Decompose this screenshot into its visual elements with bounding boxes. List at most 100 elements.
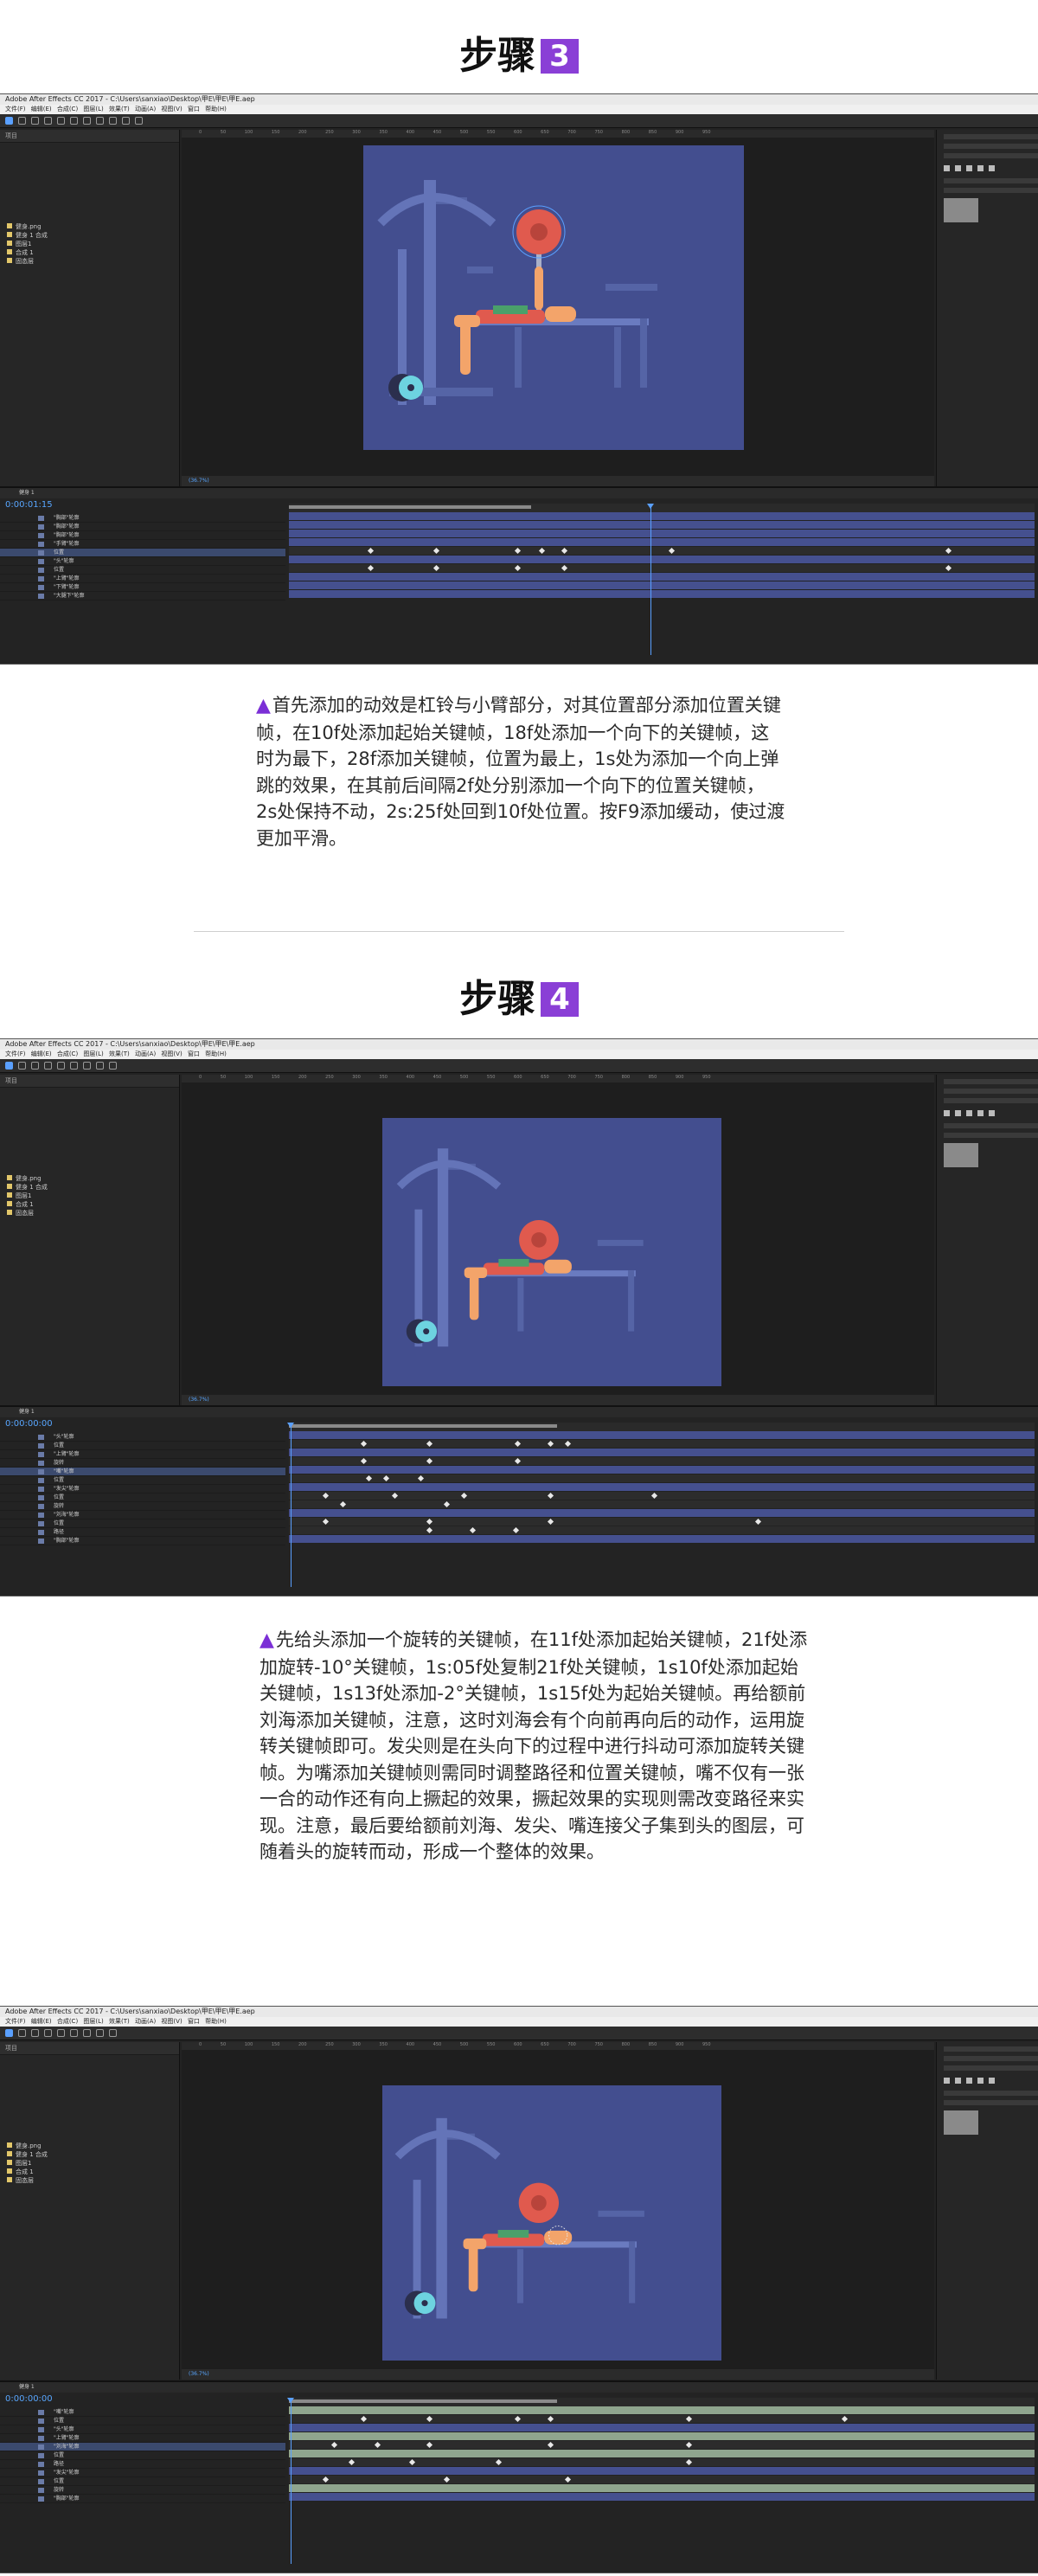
current-timecode[interactable]: 0:00:01:15 xyxy=(5,500,53,510)
keyframe[interactable] xyxy=(547,1518,554,1526)
selection-tool-icon[interactable] xyxy=(5,1062,13,1070)
keyframe[interactable] xyxy=(561,547,568,555)
keyframe[interactable] xyxy=(426,2415,433,2423)
work-area-bar[interactable] xyxy=(289,505,531,509)
layer-row[interactable]: "头"轮廓 xyxy=(0,557,285,566)
layer-row[interactable]: "头"轮廓 xyxy=(0,2425,285,2434)
camera-tool-icon[interactable] xyxy=(57,1062,65,1070)
project-item[interactable]: 合成 1 xyxy=(0,2168,179,2176)
project-item[interactable]: 图层1 xyxy=(0,240,179,248)
layer-row[interactable]: 旋转 xyxy=(0,2486,285,2495)
timeline-tab[interactable]: 健身 1 xyxy=(0,1407,1038,1417)
keyframe[interactable] xyxy=(417,1474,425,1482)
track-area[interactable] xyxy=(289,504,1035,655)
keyframe[interactable] xyxy=(348,2458,356,2466)
rotate-tool-icon[interactable] xyxy=(44,117,52,125)
rotate-tool-icon[interactable] xyxy=(44,2029,52,2037)
layer-row[interactable]: "手臂"轮廓 xyxy=(0,540,285,549)
pan-tool-icon[interactable] xyxy=(70,1062,78,1070)
time-ruler[interactable] xyxy=(289,1423,1035,1431)
project-item[interactable]: 健身 1 合成 xyxy=(0,231,179,240)
keyframe[interactable] xyxy=(514,2415,522,2423)
keyframe[interactable] xyxy=(547,1492,554,1500)
menu-bar[interactable]: 文件(F) 编辑(E) 合成(C) 图层(L) 效果(T) 动画(A) 视图(V… xyxy=(0,105,1038,114)
pen-tool-icon[interactable] xyxy=(96,2029,104,2037)
layer-row[interactable]: 位置 xyxy=(0,1476,285,1485)
keyframe[interactable] xyxy=(514,547,522,555)
keyframe[interactable] xyxy=(367,564,375,572)
shape-tool-icon[interactable] xyxy=(83,2029,91,2037)
project-item[interactable]: 健身 1 合成 xyxy=(0,1183,179,1192)
hand-tool-icon[interactable] xyxy=(18,1062,26,1070)
keyframe[interactable] xyxy=(514,1440,522,1448)
layer-row[interactable]: 位置 xyxy=(0,549,285,557)
keyframe[interactable] xyxy=(547,2441,554,2449)
keyframe[interactable] xyxy=(443,2476,451,2483)
project-item[interactable]: 固态层 xyxy=(0,1209,179,1217)
timeline-tab[interactable]: 健身 1 xyxy=(0,488,1038,498)
brush-tool-icon[interactable] xyxy=(122,117,130,125)
playhead[interactable] xyxy=(647,504,654,655)
layer-row[interactable]: "胸部"轮廓 xyxy=(0,1537,285,1545)
zoom-tool-icon[interactable] xyxy=(31,117,39,125)
layer-row[interactable]: "胸部"轮廓 xyxy=(0,531,285,540)
selection-tool-icon[interactable] xyxy=(5,2029,13,2037)
viewer-zoom[interactable]: (36.7%) xyxy=(182,476,934,486)
project-item[interactable]: 图层1 xyxy=(0,1192,179,1200)
layer-row[interactable]: 位置 xyxy=(0,1442,285,1450)
pen-tool-icon[interactable] xyxy=(96,1062,104,1070)
text-tool-icon[interactable] xyxy=(109,2029,117,2037)
keyframe[interactable] xyxy=(426,2441,433,2449)
track-area[interactable] xyxy=(287,1423,1035,1587)
keyframe[interactable] xyxy=(426,1440,433,1448)
pen-tool-icon[interactable] xyxy=(96,117,104,125)
layer-row[interactable]: 路径 xyxy=(0,1528,285,1537)
composition-viewer[interactable]: 0 50 100 150 200 250 300 350 400 450 500… xyxy=(182,130,934,486)
layer-row[interactable]: 位置 xyxy=(0,2477,285,2486)
keyframe[interactable] xyxy=(945,564,952,572)
project-item[interactable]: 健身 1 合成 xyxy=(0,2150,179,2159)
keyframe[interactable] xyxy=(426,1526,433,1534)
keyframe[interactable] xyxy=(547,2415,554,2423)
pan-tool-icon[interactable] xyxy=(70,117,78,125)
keyframe[interactable] xyxy=(426,1518,433,1526)
composition-viewer[interactable]: 0 50 100 150 200 250 300 350 400 450 500… xyxy=(182,2042,934,2380)
viewer-zoom[interactable]: (36.7%) xyxy=(182,1395,934,1405)
hand-tool-icon[interactable] xyxy=(18,2029,26,2037)
time-ruler[interactable] xyxy=(289,504,1035,512)
keyframe[interactable] xyxy=(469,1526,477,1534)
keyframe[interactable] xyxy=(685,2415,693,2423)
camera-tool-icon[interactable] xyxy=(57,117,65,125)
shape-tool-icon[interactable] xyxy=(83,1062,91,1070)
keyframe[interactable] xyxy=(538,547,546,555)
layer-row[interactable]: "嘴"轮廓 xyxy=(0,2408,285,2417)
current-timecode[interactable]: 0:00:00:00 xyxy=(5,2394,53,2404)
layer-row[interactable]: "大腿下"轮廓 xyxy=(0,592,285,601)
preview-controls[interactable] xyxy=(944,1110,1031,1116)
puppet-tool-icon[interactable] xyxy=(135,117,143,125)
layer-row[interactable]: "上臂"轮廓 xyxy=(0,2434,285,2443)
keyframe[interactable] xyxy=(460,1492,468,1500)
project-item[interactable]: 固态层 xyxy=(0,257,179,266)
layer-row[interactable]: 位置 xyxy=(0,1494,285,1502)
keyframe[interactable] xyxy=(382,1474,390,1482)
keyframe[interactable] xyxy=(841,2415,849,2423)
layer-row[interactable]: "上臂"轮廓 xyxy=(0,575,285,583)
work-area-bar[interactable] xyxy=(289,2399,557,2403)
layer-row[interactable]: "下臂"轮廓 xyxy=(0,583,285,592)
keyframe[interactable] xyxy=(432,564,440,572)
keyframe[interactable] xyxy=(360,1440,368,1448)
preview-controls[interactable] xyxy=(944,165,1031,171)
layer-row[interactable]: "胸部"轮廓 xyxy=(0,514,285,523)
layer-row[interactable]: 旋转 xyxy=(0,1502,285,1511)
layer-row[interactable]: "上臂"轮廓 xyxy=(0,1450,285,1459)
playhead[interactable] xyxy=(287,2398,294,2564)
playhead[interactable] xyxy=(287,1423,294,1587)
keyframe[interactable] xyxy=(374,2441,381,2449)
keyframe[interactable] xyxy=(365,1474,373,1482)
layer-row[interactable]: 位置 xyxy=(0,1519,285,1528)
pan-tool-icon[interactable] xyxy=(70,2029,78,2037)
viewer-zoom[interactable]: (36.7%) xyxy=(182,2369,934,2380)
rotate-tool-icon[interactable] xyxy=(44,1062,52,1070)
keyframe[interactable] xyxy=(514,1457,522,1465)
